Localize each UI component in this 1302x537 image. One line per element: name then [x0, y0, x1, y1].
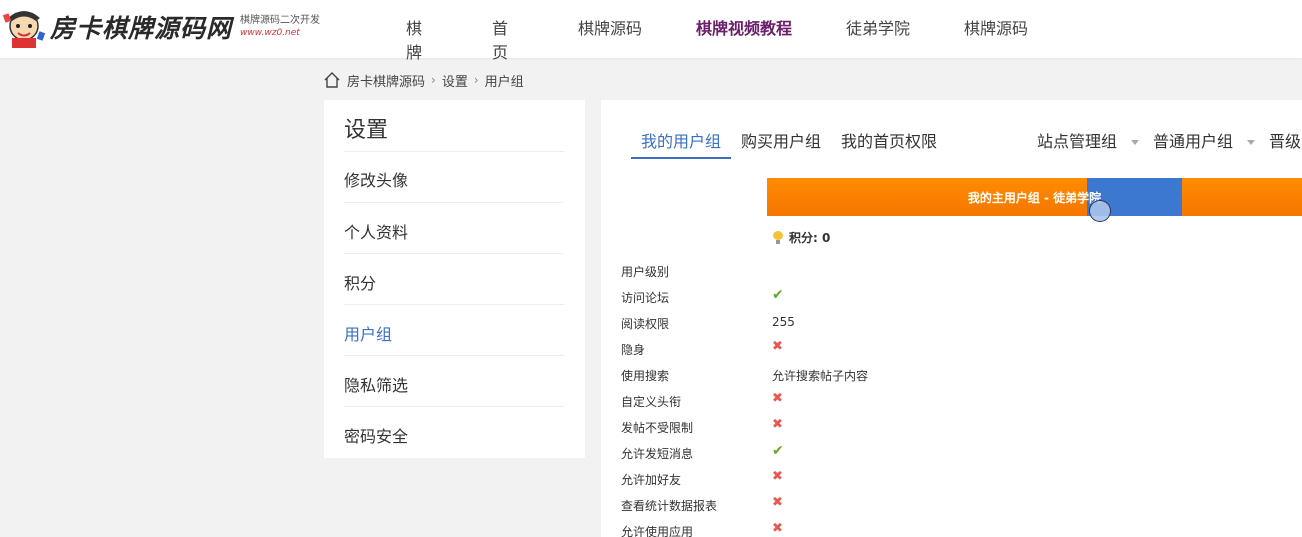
divider: [344, 202, 564, 203]
cross-icon: ✖: [772, 391, 783, 406]
cross-icon: ✖: [772, 339, 783, 354]
sidebar-item-avatar[interactable]: 修改头像: [344, 167, 408, 191]
divider: [344, 406, 564, 407]
breadcrumb-item-current: 用户组: [484, 74, 524, 90]
permission-label: 允许使用应用: [621, 525, 694, 537]
permission-label: 隐身: [621, 343, 646, 357]
home-icon[interactable]: [323, 71, 341, 89]
nav-item-academy[interactable]: 徒弟学院: [846, 15, 916, 39]
cross-icon: ✖: [772, 495, 783, 510]
active-tab-indicator: [631, 157, 731, 159]
cross-icon: ✖: [772, 521, 783, 536]
credits-value: 积分: 0: [789, 231, 831, 245]
breadcrumb-separator: ›: [431, 73, 436, 87]
breadcrumb-item-settings[interactable]: 设置: [442, 71, 468, 90]
logo-url: www.wz0.net: [240, 28, 300, 38]
mascot-icon: [2, 4, 46, 50]
check-icon: ✔: [772, 443, 784, 459]
permission-label: 阅读权限: [621, 317, 670, 331]
settings-sidebar: 设置 修改头像 个人资料 积分 用户组 隐私筛选 密码安全: [324, 100, 585, 458]
permission-label: 允许加好友: [621, 473, 682, 487]
sidebar-item-credits[interactable]: 积分: [344, 270, 376, 294]
permission-label: 自定义头衔: [621, 395, 682, 409]
banner-label: 我的主用户组 - 徒弟学院: [967, 190, 1102, 205]
dropdown-site-admin-group[interactable]: 站点管理组: [1037, 128, 1140, 152]
check-icon: ✔: [772, 287, 784, 303]
sidebar-item-privacy[interactable]: 隐私筛选: [344, 372, 408, 396]
dropdown-label: 普通用户组: [1153, 132, 1234, 151]
usergroup-panel: 我的用户组 购买用户组 我的首页权限 站点管理组 普通用户组 晋级 我的主用户组…: [601, 100, 1302, 537]
divider: [344, 253, 564, 254]
chevron-down-icon: [1131, 140, 1140, 145]
permission-label: 查看统计数据报表: [621, 499, 718, 513]
permission-label: 用户级别: [621, 265, 670, 279]
cross-icon: ✖: [772, 469, 783, 484]
sidebar-item-password[interactable]: 密码安全: [344, 423, 408, 447]
logo-side: 棋牌源码二次开发 www.wz0.net: [240, 14, 320, 40]
dropdown-normal-group[interactable]: 普通用户组: [1153, 128, 1256, 152]
nav-item-source-2[interactable]: 棋牌源码: [964, 15, 1034, 39]
logo-subtitle: 棋牌源码二次开发: [240, 15, 321, 26]
dropdown-promotion-group[interactable]: 晋级: [1269, 128, 1301, 152]
nav-item-source[interactable]: 棋牌源码: [578, 15, 648, 39]
divider: [344, 355, 564, 356]
logo-text: 房卡棋牌源码网: [50, 14, 233, 43]
lightbulb-icon: [773, 231, 783, 244]
dropdown-label: 晋级: [1269, 132, 1302, 151]
permission-label: 发帖不受限制: [621, 421, 694, 435]
site-logo[interactable]: 房卡棋牌源码网 棋牌源码二次开发 www.wz0.net: [2, 4, 320, 50]
site-header: 房卡棋牌源码网 棋牌源码二次开发 www.wz0.net 棋牌 首页 棋牌源码 …: [0, 0, 1302, 62]
permission-label: 使用搜索: [621, 369, 670, 383]
permission-label: 访问论坛: [621, 291, 670, 305]
breadcrumb: 房卡棋牌源码 › 设置 › 用户组: [323, 70, 524, 90]
permission-label: 允许发短消息: [621, 447, 694, 461]
divider: [344, 151, 564, 152]
nav-item-qipai[interactable]: 棋牌: [406, 15, 422, 63]
tab-my-usergroup[interactable]: 我的用户组: [641, 128, 721, 152]
cross-icon: ✖: [772, 417, 783, 432]
divider: [344, 304, 564, 305]
breadcrumb-separator: ›: [473, 73, 479, 87]
nav-item-home[interactable]: 首页: [492, 15, 508, 63]
permission-value: 255: [772, 315, 795, 329]
tab-home-permissions[interactable]: 我的首页权限: [841, 128, 937, 152]
sidebar-item-profile[interactable]: 个人资料: [344, 219, 408, 243]
sidebar-title: 设置: [344, 118, 389, 143]
tab-buy-usergroup[interactable]: 购买用户组: [741, 128, 821, 152]
chevron-down-icon: [1247, 140, 1256, 145]
cursor-indicator: [1089, 200, 1111, 222]
credits-row: 积分: 0: [773, 229, 830, 246]
main-usergroup-banner: 我的主用户组 - 徒弟学院: [767, 178, 1302, 222]
nav-item-video-tutorial[interactable]: 棋牌视频教程: [696, 15, 796, 39]
dropdown-label: 站点管理组: [1037, 132, 1118, 151]
sidebar-item-usergroup[interactable]: 用户组: [344, 321, 392, 345]
permission-value: 允许搜索帖子内容: [772, 369, 869, 383]
breadcrumb-item-site[interactable]: 房卡棋牌源码: [347, 71, 425, 90]
